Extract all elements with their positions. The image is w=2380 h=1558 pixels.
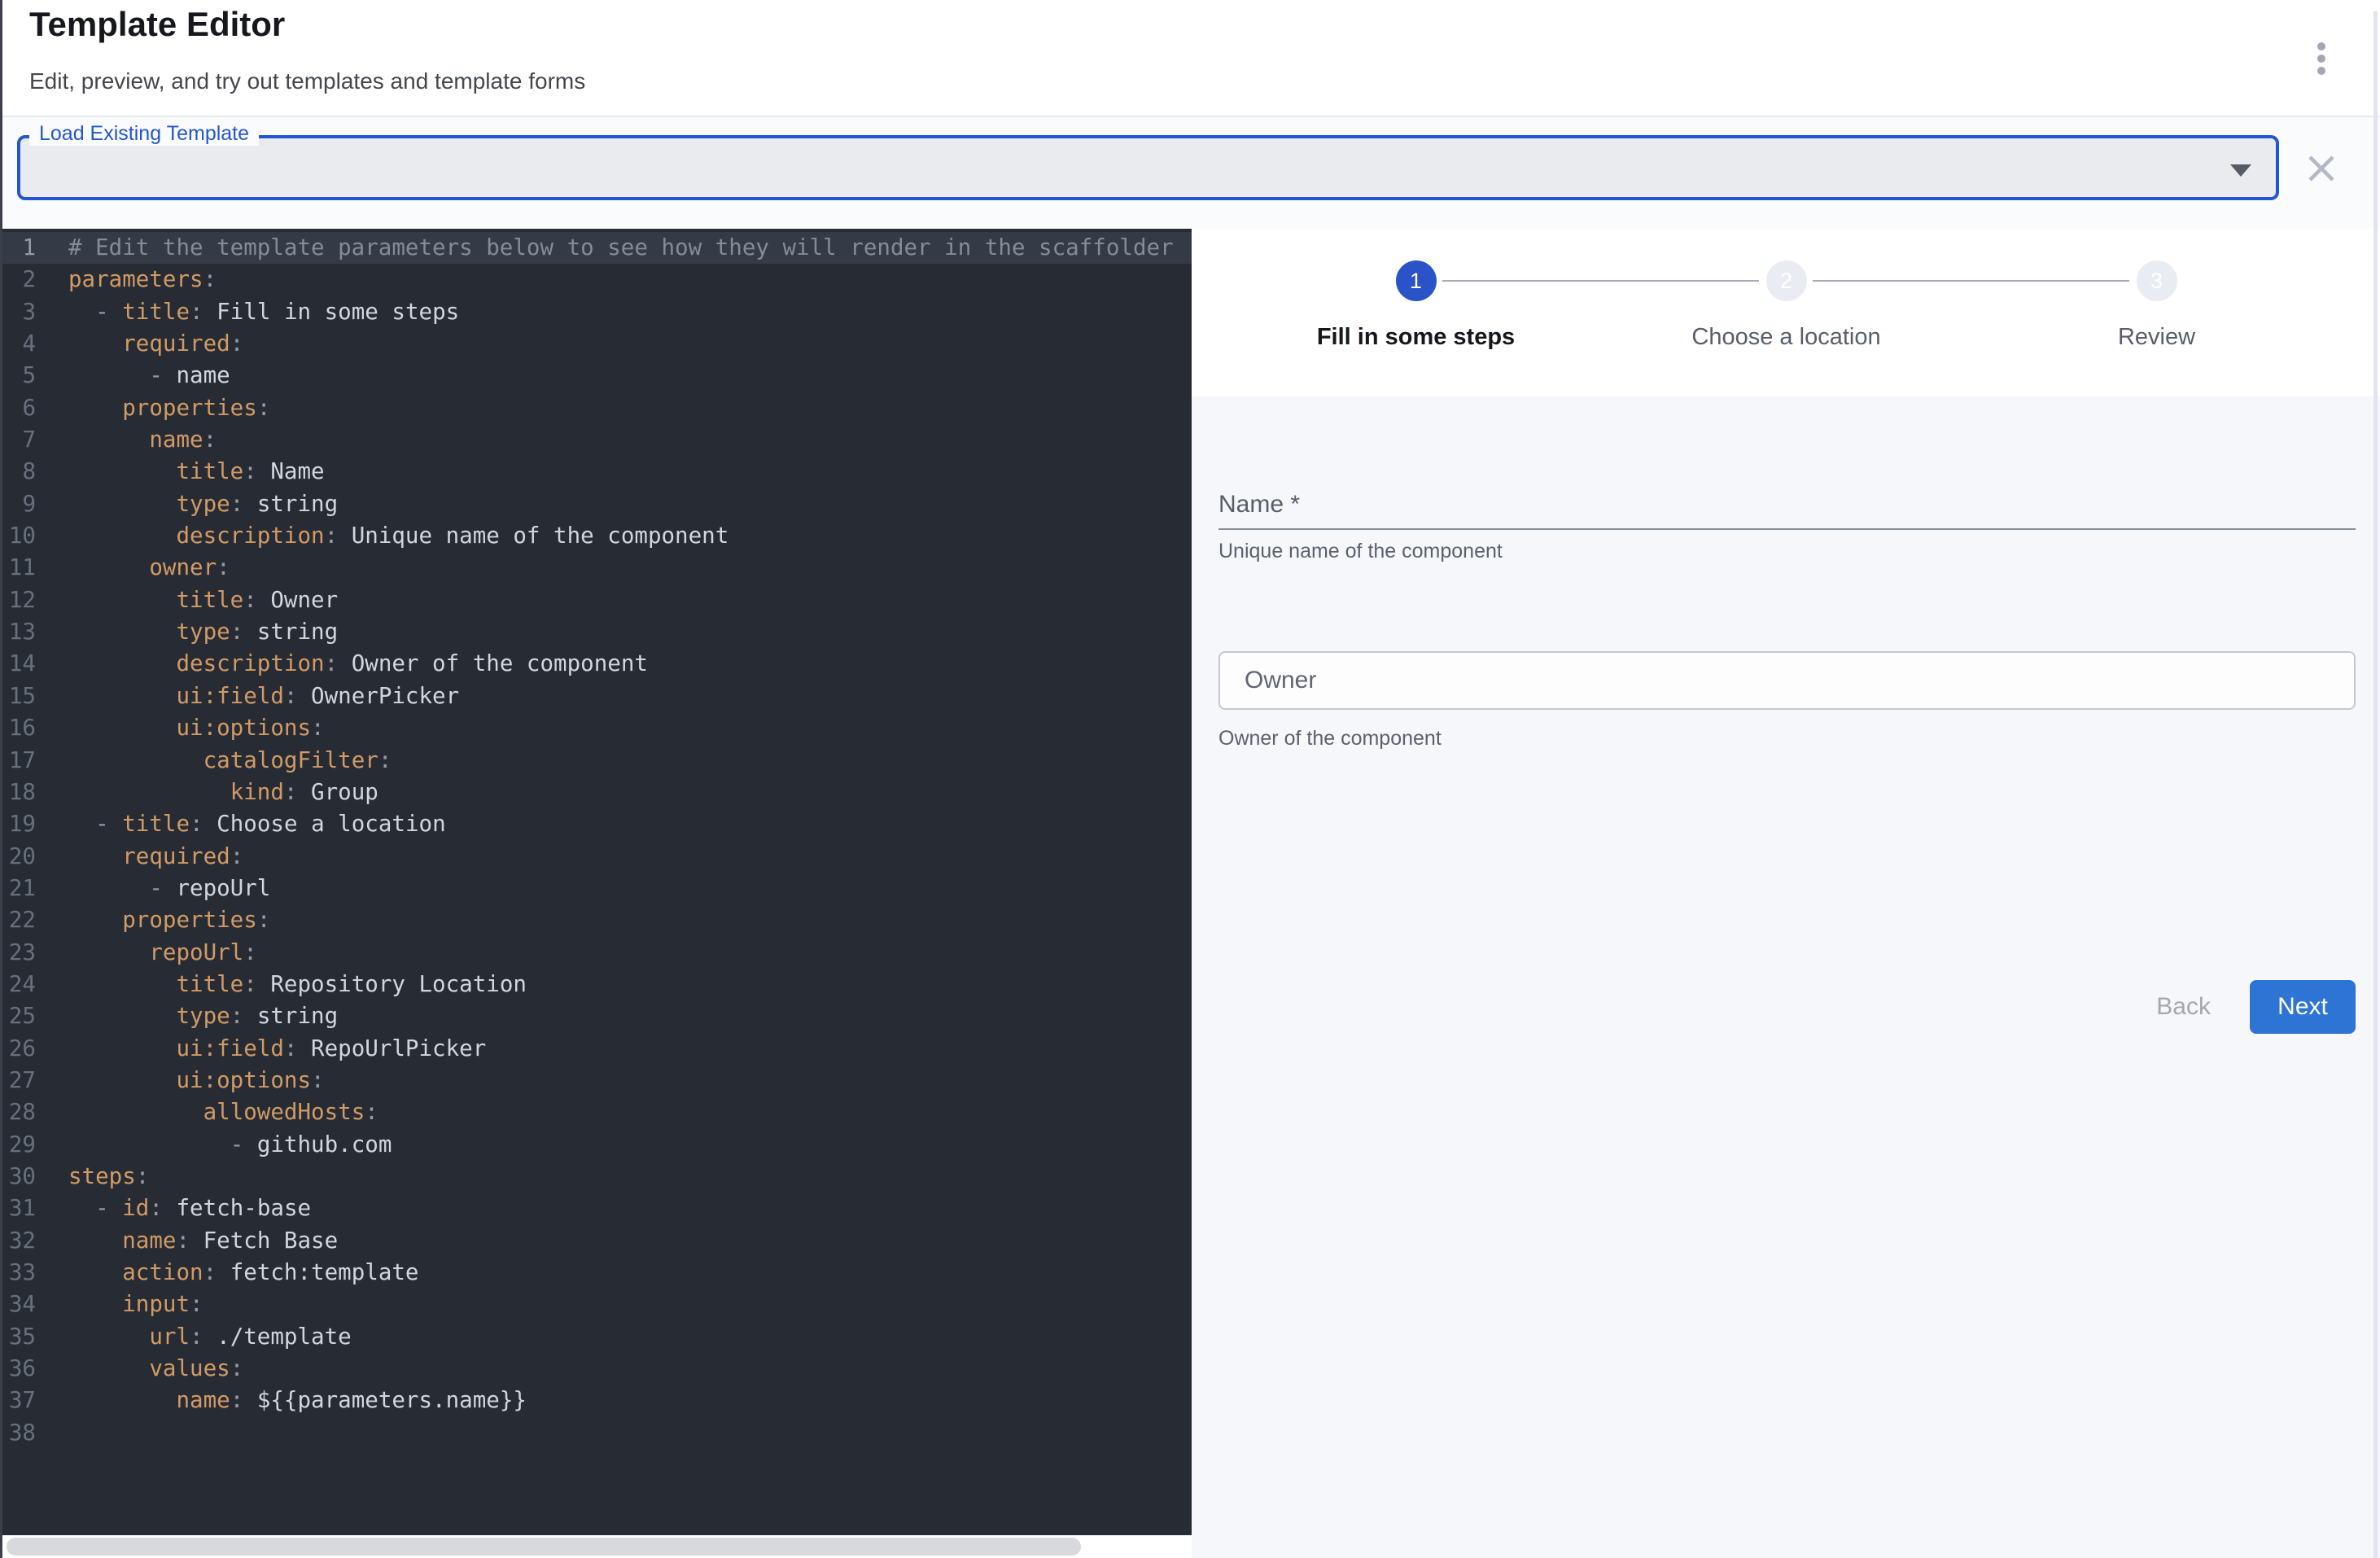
page-vscrollbar-track[interactable]	[2373, 11, 2378, 1558]
step-3-circle: 3	[2137, 260, 2177, 301]
code-line[interactable]: 33 action: fetch:template	[0, 1257, 1192, 1289]
code-line[interactable]: 25 type: string	[0, 1000, 1192, 1032]
window-left-border	[0, 0, 2, 1558]
step-2-label: Choose a location	[1691, 324, 1880, 351]
code-line[interactable]: 3 - title: Fill in some steps	[0, 296, 1192, 328]
code-line[interactable]: 30steps:	[0, 1161, 1192, 1193]
load-template-label: Load Existing Template	[29, 122, 259, 146]
code-line[interactable]: 29 - github.com	[0, 1129, 1192, 1161]
code-line[interactable]: 31 - id: fetch-base	[0, 1193, 1192, 1224]
code-line[interactable]: 17 catalogFilter:	[0, 745, 1192, 777]
code-line[interactable]: 21 - repoUrl	[0, 873, 1192, 904]
code-line[interactable]: 22 properties:	[0, 904, 1192, 936]
header: Template Editor Edit, preview, and try o…	[0, 0, 2380, 116]
kebab-menu-icon[interactable]	[2295, 33, 2347, 85]
code-line[interactable]: 5 - name	[0, 360, 1192, 392]
code-line[interactable]: 38	[0, 1417, 1192, 1449]
code-line[interactable]: 8 title: Name	[0, 456, 1192, 488]
name-input[interactable]	[1218, 484, 2359, 528]
step-choose-a-location: 2 Choose a location	[1601, 260, 1971, 351]
code-line[interactable]: 9 type: string	[0, 488, 1192, 520]
code-line[interactable]: 7 name:	[0, 424, 1192, 456]
form-background	[1192, 396, 2380, 1558]
code-line[interactable]: 2parameters:	[0, 264, 1192, 295]
name-input-underline	[1218, 528, 2356, 530]
step-fill-in-some-steps: 1 Fill in some steps	[1231, 260, 1601, 351]
template-editor-page: Template Editor Edit, preview, and try o…	[0, 0, 2380, 1558]
owner-input[interactable]	[1243, 666, 2329, 695]
code-line[interactable]: 32 name: Fetch Base	[0, 1225, 1192, 1257]
code-line[interactable]: 6 properties:	[0, 392, 1192, 424]
editor-hscrollbar-track[interactable]	[0, 1535, 1192, 1558]
code-line[interactable]: 36 values:	[0, 1353, 1192, 1385]
code-lines: 1# Edit the template parameters below to…	[0, 229, 1192, 1449]
code-line[interactable]: 4 required:	[0, 328, 1192, 360]
step-3-label: Review	[2118, 324, 2195, 351]
page-title: Template Editor	[29, 5, 285, 44]
preview-panel: 1 Fill in some steps 2 Choose a location…	[1192, 229, 2380, 1558]
owner-helper-text: Owner of the component	[1218, 727, 1442, 751]
code-line[interactable]: 18 kind: Group	[0, 777, 1192, 808]
code-line[interactable]: 12 title: Owner	[0, 584, 1192, 616]
form-buttons: Back Next	[1218, 980, 2356, 1034]
code-line[interactable]: 24 title: Repository Location	[0, 969, 1192, 1000]
code-line[interactable]: 23 repoUrl:	[0, 937, 1192, 969]
kebab-dot	[2317, 67, 2325, 75]
stepper: 1 Fill in some steps 2 Choose a location…	[1231, 229, 2341, 396]
code-line[interactable]: 28 allowedHosts:	[0, 1096, 1192, 1128]
code-line[interactable]: 20 required:	[0, 841, 1192, 873]
step-1-circle: 1	[1396, 260, 1437, 301]
step-1-label: Fill in some steps	[1317, 324, 1515, 351]
code-line[interactable]: 11 owner:	[0, 552, 1192, 584]
code-line[interactable]: 37 name: ${{parameters.name}}	[0, 1385, 1192, 1416]
code-line[interactable]: 35 url: ./template	[0, 1321, 1192, 1353]
code-line[interactable]: 19 - title: Choose a location	[0, 808, 1192, 840]
kebab-dot	[2317, 55, 2325, 63]
step-review: 3 Review	[1971, 260, 2342, 351]
code-line[interactable]: 16 ui:options:	[0, 712, 1192, 744]
yaml-code-editor[interactable]: 1# Edit the template parameters below to…	[0, 229, 1192, 1535]
close-icon[interactable]	[2299, 147, 2344, 192]
owner-field[interactable]	[1218, 651, 2356, 710]
code-line[interactable]: 10 description: Unique name of the compo…	[0, 520, 1192, 552]
kebab-dot	[2317, 42, 2325, 50]
code-line[interactable]: 1# Edit the template parameters below to…	[0, 232, 1192, 264]
back-button[interactable]: Back	[2135, 980, 2232, 1034]
next-button[interactable]: Next	[2250, 980, 2356, 1034]
name-helper-text: Unique name of the component	[1218, 540, 1503, 563]
code-line[interactable]: 14 description: Owner of the component	[0, 648, 1192, 680]
code-line[interactable]: 26 ui:field: RepoUrlPicker	[0, 1033, 1192, 1065]
step-2-circle: 2	[1766, 260, 1807, 301]
page-subtitle: Edit, preview, and try out templates and…	[29, 68, 585, 94]
chevron-down-icon	[2230, 164, 2251, 177]
code-line[interactable]: 15 ui:field: OwnerPicker	[0, 681, 1192, 712]
code-line[interactable]: 27 ui:options:	[0, 1065, 1192, 1096]
editor-hscrollbar-thumb[interactable]	[7, 1538, 1081, 1556]
load-template-row: Load Existing Template	[0, 117, 2380, 229]
code-line[interactable]: 34 input:	[0, 1289, 1192, 1320]
code-line[interactable]: 13 type: string	[0, 616, 1192, 648]
load-template-select[interactable]	[17, 135, 2279, 200]
